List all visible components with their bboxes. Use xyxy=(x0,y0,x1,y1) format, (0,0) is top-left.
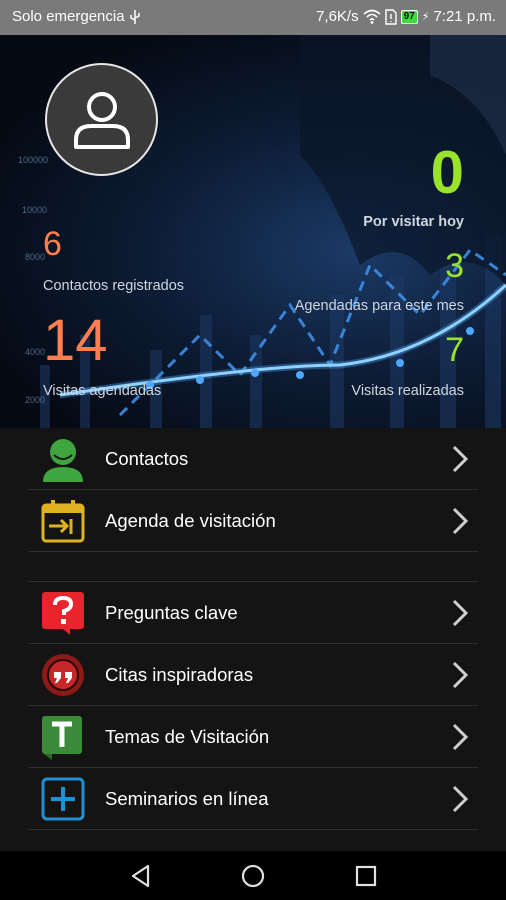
visits-scheduled-label: Visitas agendadas xyxy=(43,383,162,399)
contact-person-icon xyxy=(43,439,83,482)
to-visit-today-label: Por visitar hoy xyxy=(363,214,464,230)
contacts-count: 6 xyxy=(43,225,62,263)
scheduled-month-count: 3 xyxy=(445,247,464,285)
menu-label: Temas de Visitación xyxy=(105,726,270,747)
visits-done-count: 7 xyxy=(445,331,464,369)
battery-indicator: 97 xyxy=(400,9,418,24)
visits-scheduled-count: 14 xyxy=(43,308,108,373)
carrier-text: Solo emergencia xyxy=(12,8,125,25)
contacts-label: Contactos registrados xyxy=(43,278,185,294)
menu-item-agenda[interactable]: Agenda de visitación xyxy=(28,490,478,552)
status-bar: Solo emergencia 7,6K/s 97 ⚡ 7:21 p.m. xyxy=(0,0,506,35)
menu-item-seminarios[interactable]: Seminarios en línea xyxy=(28,768,478,830)
menu-divider xyxy=(28,552,478,582)
network-speed: 7,6K/s xyxy=(316,8,359,25)
chevron-right-icon xyxy=(452,661,469,689)
scheduled-month-label: Agendadas para este mes xyxy=(294,298,464,314)
usb-icon xyxy=(129,9,140,24)
menu-label: Citas inspiradoras xyxy=(105,664,254,685)
chevron-right-icon xyxy=(452,445,469,473)
back-icon[interactable] xyxy=(128,863,154,889)
user-icon xyxy=(73,91,130,149)
calendar-icon xyxy=(41,500,85,543)
home-icon[interactable] xyxy=(240,863,266,889)
menu-item-preguntas[interactable]: Preguntas clave xyxy=(28,582,478,644)
main-menu: Contactos Agenda de visitación Preguntas… xyxy=(28,428,478,830)
menu-label: Contactos xyxy=(105,448,189,469)
menu-label: Agenda de visitación xyxy=(105,510,276,531)
profile-avatar[interactable] xyxy=(45,63,158,176)
dashboard-header: 100000 10000 8000 4000 2000 6 Contactos … xyxy=(0,35,506,428)
clock: 7:21 p.m. xyxy=(433,8,496,25)
recents-icon[interactable] xyxy=(353,863,379,889)
chevron-right-icon xyxy=(452,599,469,627)
bg-tick-1: 100000 xyxy=(18,155,48,165)
visits-done-label: Visitas realizadas xyxy=(351,383,464,399)
navigation-bar xyxy=(0,851,506,900)
plus-icon xyxy=(41,777,85,821)
question-icon xyxy=(42,592,84,635)
menu-item-citas[interactable]: Citas inspiradoras xyxy=(28,644,478,706)
chevron-right-icon xyxy=(452,723,469,751)
to-visit-today-count: 0 xyxy=(430,139,464,206)
bg-tick-2: 10000 xyxy=(22,205,47,215)
chevron-right-icon xyxy=(452,785,469,813)
quote-icon xyxy=(42,654,84,696)
menu-item-contactos[interactable]: Contactos xyxy=(28,428,478,490)
charging-icon: ⚡ xyxy=(421,11,430,23)
chevron-right-icon xyxy=(452,507,469,535)
menu-label: Seminarios en línea xyxy=(105,788,269,809)
menu-item-temas[interactable]: Temas de Visitación xyxy=(28,706,478,768)
wifi-icon xyxy=(363,9,381,24)
menu-label: Preguntas clave xyxy=(105,602,238,623)
topic-icon xyxy=(42,716,82,760)
sim-icon xyxy=(384,8,397,25)
